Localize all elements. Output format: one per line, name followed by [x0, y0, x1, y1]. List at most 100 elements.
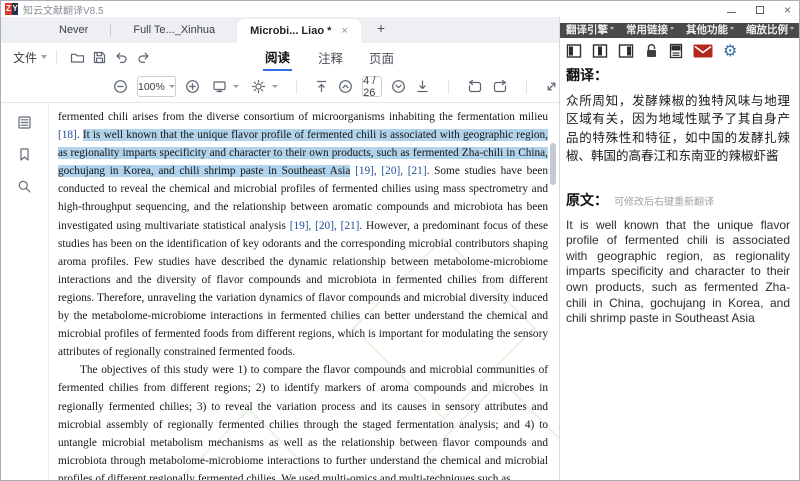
title-bar: Z Y 知云文献翻译V8.5 — [1, 1, 799, 17]
chevron-down-icon — [790, 27, 794, 30]
lock-open-icon — [644, 43, 659, 59]
search-icon — [17, 179, 32, 194]
app-logo: Z Y — [5, 3, 18, 15]
maximize-button[interactable] — [756, 6, 764, 14]
file-menu-button[interactable]: 文件 — [13, 49, 47, 66]
chevron-up-circle-icon — [338, 79, 353, 94]
zoom-out-icon — [113, 79, 128, 94]
next-page-button[interactable] — [391, 76, 406, 98]
chevron-down-icon — [610, 27, 614, 30]
zoom-in-button[interactable] — [185, 76, 200, 98]
new-tab-button[interactable]: + — [377, 17, 385, 43]
zoom-level-value: 100% — [138, 81, 165, 93]
tab-label: Microbi... Liao * — [250, 25, 331, 37]
brightness-button[interactable] — [248, 76, 278, 98]
mode-annotate-tab[interactable]: 注释 — [318, 48, 343, 67]
next-view-button[interactable] — [492, 76, 508, 98]
settings-button[interactable]: ⚙ — [723, 43, 737, 59]
view-toolbar: 100% — [1, 71, 559, 103]
menu-zoom-ratio[interactable]: 缩放比例 — [746, 23, 794, 38]
download-icon — [415, 79, 430, 94]
mode-read-tab[interactable]: 阅读 — [263, 43, 292, 71]
pdf-reader-pane: Never Full Te..._Xinhua Microbi... Liao … — [1, 17, 560, 480]
paragraph: fermented chili arises from the diverse … — [58, 108, 548, 361]
expand-icon — [544, 79, 559, 94]
page-number-input[interactable]: 4 / 26 — [362, 76, 382, 97]
save-button[interactable] — [88, 46, 110, 68]
go-to-top-button[interactable] — [314, 76, 329, 98]
tab-microbi-liao-active[interactable]: Microbi... Liao * × — [237, 19, 361, 43]
tab-close-icon[interactable]: × — [341, 25, 347, 37]
pdf-page[interactable]: fermented chili arises from the diverse … — [49, 103, 559, 480]
logo-y: Y — [12, 3, 18, 15]
mode-page-tab[interactable]: 页面 — [369, 48, 394, 67]
thumbnails-icon — [17, 115, 32, 130]
undo-button[interactable] — [110, 46, 132, 68]
app-window: Z Y 知云文献翻译V8.5 × Never Full Te..._Xinhua… — [0, 0, 800, 481]
split-right-icon — [618, 43, 634, 59]
pdf-scrollbar-thumb[interactable] — [550, 143, 556, 185]
close-button[interactable]: × — [784, 5, 791, 15]
file-menu-label: 文件 — [13, 49, 37, 66]
notes-button[interactable] — [669, 43, 683, 59]
tab-fulltext-xinhua[interactable]: Full Te..._Xinhua — [111, 17, 237, 43]
redo-button[interactable] — [132, 46, 154, 68]
menu-label: 缩放比例 — [746, 23, 788, 38]
toolbar-separator — [56, 50, 57, 64]
mail-button[interactable] — [693, 44, 713, 58]
tab-never[interactable]: Never — [37, 17, 110, 43]
lock-button[interactable] — [644, 43, 659, 59]
translation-text[interactable]: 众所周知，发酵辣椒的独特风味与地理区域有关，因为地域性赋予了其自身产品的特殊性和… — [566, 92, 790, 166]
zoom-out-button[interactable] — [113, 76, 128, 98]
panel-content: 翻译： 众所周知，发酵辣椒的独特风味与地理区域有关，因为地域性赋予了其自身产品的… — [560, 62, 799, 327]
citation-link[interactable]: [19], [20], [21] — [355, 165, 427, 177]
pdf-sidebar — [1, 103, 49, 480]
app-title: 知云文献翻译V8.5 — [23, 2, 104, 17]
search-button[interactable] — [17, 179, 32, 199]
previous-view-button[interactable] — [467, 76, 483, 98]
document-icon — [669, 43, 683, 59]
chevron-down-icon — [169, 85, 175, 88]
body-text: fermented chili arises from the diverse … — [58, 111, 548, 123]
citation-link[interactable]: [18] — [58, 129, 77, 141]
original-text[interactable]: It is well known that the unique flavor … — [566, 218, 790, 327]
layout-left-button[interactable] — [566, 43, 582, 59]
citation-link[interactable]: [19], [20], [21] — [290, 220, 360, 232]
menu-translation-engine[interactable]: 翻译引擎 — [566, 23, 614, 38]
previous-page-button[interactable] — [338, 76, 353, 98]
view-mode-tabs: 阅读 注释 页面 — [263, 43, 394, 71]
layout-right-button[interactable] — [618, 43, 634, 59]
chevron-down-icon — [670, 27, 674, 30]
display-mode-button[interactable] — [209, 76, 239, 98]
menu-other-functions[interactable]: 其他功能 — [686, 23, 734, 38]
bookmarks-button[interactable] — [17, 147, 32, 167]
folder-open-icon — [70, 50, 85, 65]
bookmark-icon — [17, 147, 32, 162]
panel-menu-bar: 翻译引擎 常用链接 其他功能 缩放比例 — [560, 23, 799, 38]
monitor-icon — [212, 79, 227, 94]
rotate-right-icon — [492, 79, 508, 94]
split-left-icon — [566, 43, 582, 59]
chevron-down-icon — [272, 85, 278, 88]
rotate-left-icon — [467, 79, 483, 94]
menu-label: 翻译引擎 — [566, 23, 608, 38]
menu-common-links[interactable]: 常用链接 — [626, 23, 674, 38]
translation-label: 翻译： — [566, 65, 790, 85]
original-hint: 可修改后右键重新翻译 — [614, 193, 714, 208]
zoom-level-select[interactable]: 100% — [137, 76, 176, 97]
menu-label: 其他功能 — [686, 23, 728, 38]
paragraph: The objectives of this study were 1) to … — [58, 361, 548, 480]
thumbnails-button[interactable] — [17, 115, 32, 135]
document-tab-bar: Never Full Te..._Xinhua Microbi... Liao … — [1, 17, 559, 43]
minimize-button[interactable] — [727, 12, 736, 13]
redo-icon — [136, 50, 151, 65]
body-text: . However, a predominant focus of these … — [58, 220, 548, 359]
menu-label: 常用链接 — [626, 23, 668, 38]
download-button[interactable] — [415, 76, 430, 98]
chevron-down-icon — [730, 27, 734, 30]
layout-center-button[interactable] — [592, 43, 608, 59]
logo-z: Z — [5, 3, 12, 15]
open-folder-button[interactable] — [66, 46, 88, 68]
fullscreen-button[interactable] — [544, 76, 559, 98]
undo-icon — [114, 50, 129, 65]
